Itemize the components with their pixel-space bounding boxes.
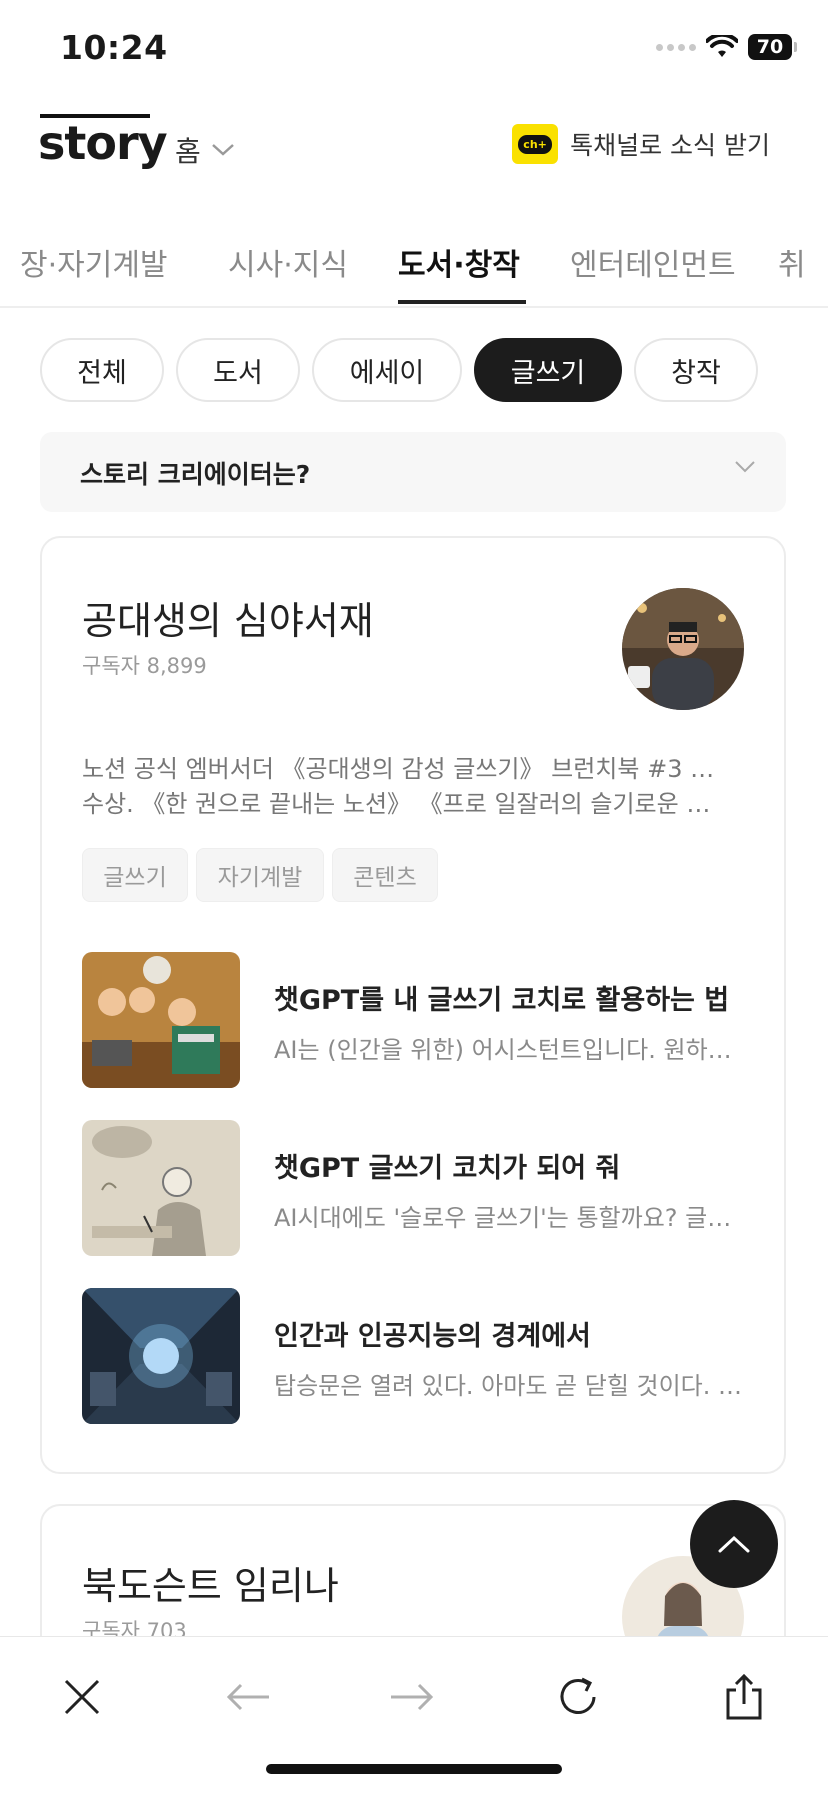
refresh-icon (560, 1677, 596, 1714)
creator-description: 노션 공식 엠버서더 《공대생의 감성 글쓰기》 브런치북 #3 금상 수상. … (82, 755, 732, 818)
chevron-up-icon (718, 1535, 750, 1553)
subscriber-count: 구독자 8,899 (82, 654, 207, 678)
active-tab-underline (398, 300, 526, 304)
tab-self-development[interactable]: 장·자기계발 (20, 240, 168, 284)
status-icons: 70 (656, 34, 797, 60)
post-title: 인간과 인공지능의 경계에서 (274, 1321, 591, 1352)
post-item[interactable]: 인간과 인공지능의 경계에서 탑승문은 열려 있다. 아마도 곧 닫힐 것이다.… (82, 1288, 762, 1424)
chip-writing[interactable]: 글쓰기 (474, 338, 622, 402)
wifi-icon (706, 35, 738, 57)
home-indicator (266, 1764, 562, 1774)
kakao-channel-button[interactable]: ch+ 톡채널로 소식 받기 (512, 124, 770, 164)
back-button[interactable] (218, 1667, 278, 1727)
home-label: 홈 (175, 135, 201, 168)
post-excerpt: AI는 (인간을 위한) 어시스턴트입니다. 원하… (274, 1036, 732, 1064)
close-button[interactable] (52, 1667, 112, 1727)
tab-current-affairs[interactable]: 시사·지식 (228, 240, 348, 284)
kakao-channel-icon: ch+ (512, 124, 559, 164)
share-icon (726, 1674, 762, 1720)
home-dropdown[interactable]: 홈 (175, 130, 235, 170)
post-title: 챗GPT를 내 글쓰기 코치로 활용하는 법 (274, 985, 730, 1016)
scroll-to-top-button[interactable] (690, 1500, 778, 1588)
status-time: 10:24 (60, 28, 168, 67)
post-title: 챗GPT 글쓰기 코치가 되어 줘 (274, 1153, 621, 1184)
post-thumbnail (82, 1288, 240, 1424)
creator-avatar[interactable] (622, 588, 744, 710)
post-thumbnail (82, 1120, 240, 1256)
back-arrow-icon (226, 1683, 269, 1711)
post-thumbnail (82, 952, 240, 1088)
category-tabs: 장·자기계발 시사·지식 도서·창작 엔터테인먼트 취 (0, 234, 828, 308)
story-logo[interactable]: story (38, 114, 168, 170)
tab-entertainment[interactable]: 엔터테인먼트 (570, 240, 736, 284)
creator-name[interactable]: 북도슨트 임리나 (82, 1555, 339, 1610)
chevron-down-icon (735, 461, 755, 473)
accordion-label: 스토리 크리에이터는? (80, 460, 311, 489)
chip-essay[interactable]: 에세이 (312, 338, 462, 402)
forward-arrow-icon (391, 1683, 434, 1711)
post-item[interactable]: 챗GPT를 내 글쓰기 코치로 활용하는 법 AI는 (인간을 위한) 어시스턴… (82, 952, 762, 1088)
logo-text: story (38, 116, 168, 170)
battery-icon: 70 (748, 34, 797, 60)
forward-button[interactable] (382, 1667, 442, 1727)
post-item[interactable]: 챗GPT 글쓰기 코치가 되어 줘 AI시대에도 '슬로우 글쓰기'는 통할까요… (82, 1120, 762, 1256)
share-button[interactable] (714, 1667, 774, 1727)
tag-self-development[interactable]: 자기계발 (196, 848, 324, 902)
close-icon (64, 1679, 100, 1715)
post-excerpt: 탑승문은 열려 있다. 아마도 곧 닫힐 것이다. … (274, 1372, 743, 1400)
post-excerpt: AI시대에도 '슬로우 글쓰기'는 통할까요? 글… (274, 1204, 732, 1232)
creator-info-accordion[interactable]: 스토리 크리에이터는? (40, 432, 786, 512)
chevron-down-icon (211, 144, 234, 156)
refresh-button[interactable] (548, 1667, 608, 1727)
tag-contents[interactable]: 콘텐츠 (332, 848, 438, 902)
tag-writing[interactable]: 글쓰기 (82, 848, 188, 902)
creator-name[interactable]: 공대생의 심야서재 (82, 590, 374, 645)
kakao-channel-label: 톡채널로 소식 받기 (570, 131, 770, 160)
chip-creation[interactable]: 창작 (634, 338, 758, 402)
chip-all[interactable]: 전체 (40, 338, 164, 402)
tab-hobby[interactable]: 취 (778, 240, 806, 284)
cellular-signal-icon (656, 43, 696, 51)
tab-books-creation[interactable]: 도서·창작 (398, 240, 520, 284)
chip-books[interactable]: 도서 (176, 338, 300, 402)
